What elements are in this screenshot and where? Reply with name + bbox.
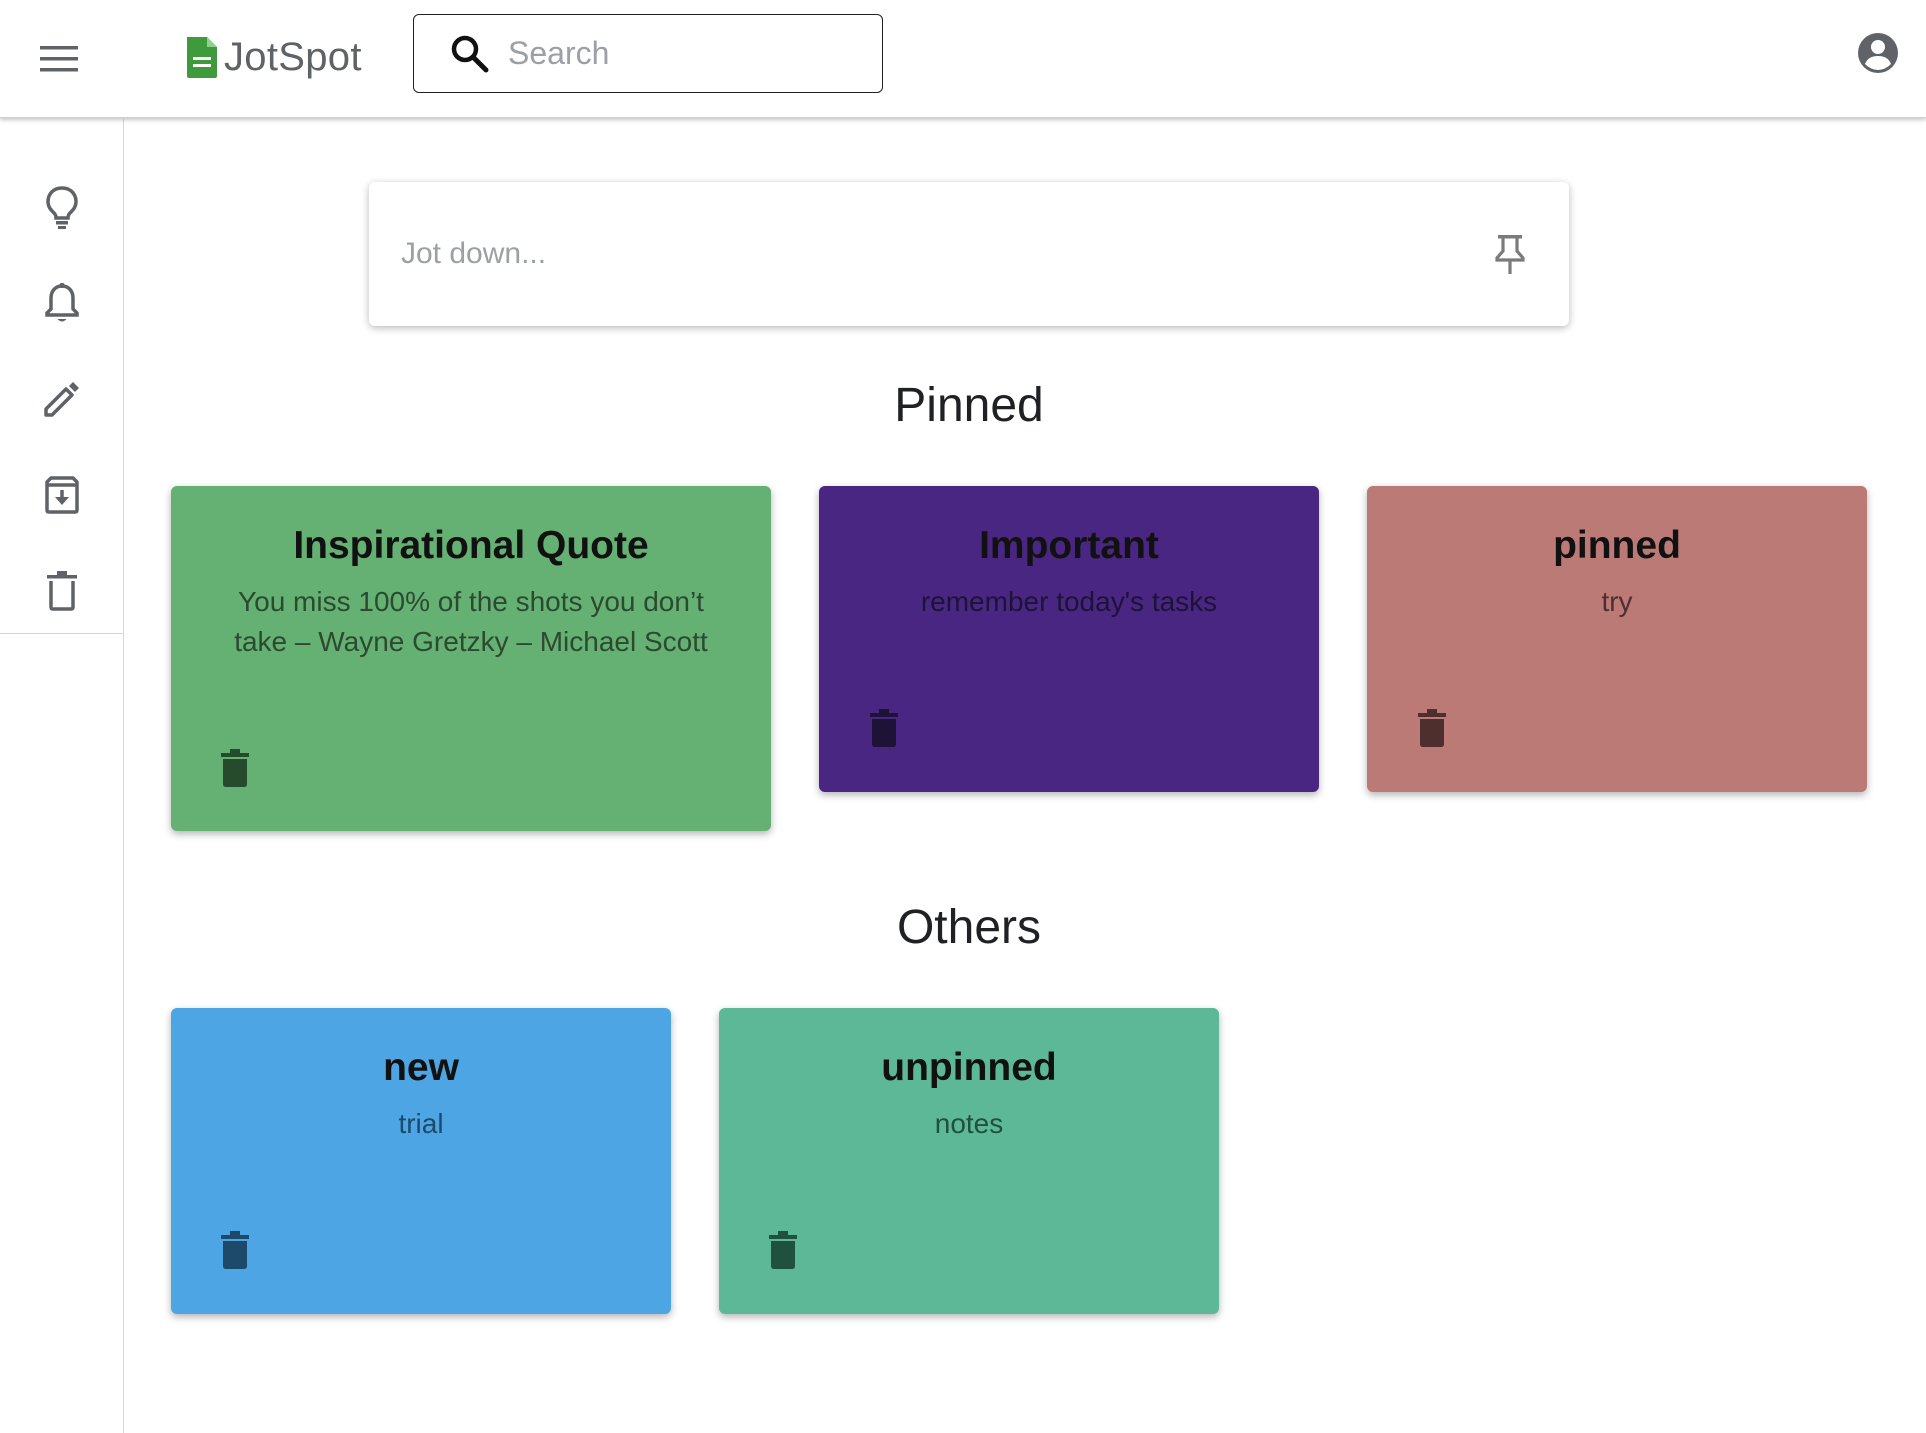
sidebar-item-notes[interactable] [0,159,124,255]
note-title: pinned [1553,524,1681,567]
note-title: Inspirational Quote [293,524,649,567]
main-menu-button[interactable] [30,30,88,88]
delete-note-button[interactable] [767,1229,799,1271]
pencil-icon [44,382,79,417]
sidebar-item-archive[interactable] [0,447,124,543]
pinned-section-title: Pinned [894,379,1044,432]
note-body: trial [398,1108,444,1139]
hamburger-menu-icon [40,46,78,72]
note-body: notes [934,1108,1004,1139]
archive-icon [45,476,79,514]
app-logo[interactable]: JotSpot [184,26,362,88]
note-input[interactable] [401,237,1301,271]
note-title: new [383,1046,459,1089]
note-body: remember today's tasks [920,586,1218,617]
note-body: try [1601,586,1633,617]
trash-icon [47,571,77,611]
note-card[interactable]: Important remember today's tasks [819,486,1319,792]
delete-note-button[interactable] [1416,707,1448,749]
trash-icon [870,709,898,747]
document-logo-icon [187,37,217,78]
delete-note-button[interactable] [219,1229,251,1271]
delete-note-button[interactable] [219,747,251,789]
search-bar[interactable] [413,14,883,93]
note-card[interactable]: pinned try [1367,486,1867,792]
note-title: Important [979,524,1159,567]
search-input[interactable] [508,35,868,72]
sidebar-item-edit-labels[interactable] [0,351,124,447]
sidebar-nav [0,119,124,634]
note-composer[interactable] [369,182,1569,326]
sidebar-item-trash[interactable] [0,543,124,639]
search-icon[interactable] [450,34,490,74]
trash-icon [221,1231,249,1269]
app-name: JotSpot [224,34,362,79]
note-card[interactable]: unpinned notes [719,1008,1219,1314]
trash-icon [221,749,249,787]
pin-button[interactable] [1489,230,1531,278]
account-circle-icon [1858,33,1898,73]
pin-icon [1495,235,1525,274]
note-card[interactable]: new trial [171,1008,671,1314]
sidebar-item-reminders[interactable] [0,255,124,351]
note-body: You miss 100% of the shots you don’t tak… [234,586,708,657]
sidebar [0,119,124,1433]
others-section-title: Others [896,901,1042,954]
trash-icon [1418,709,1446,747]
note-title: unpinned [881,1046,1057,1089]
trash-icon [769,1231,797,1269]
top-app-bar: JotSpot [0,0,1926,118]
delete-note-button[interactable] [868,707,900,749]
lightbulb-icon [46,186,78,229]
note-card[interactable]: Inspirational Quote You miss 100% of the… [171,486,771,831]
bell-icon [45,283,79,322]
account-button[interactable] [1856,31,1900,75]
